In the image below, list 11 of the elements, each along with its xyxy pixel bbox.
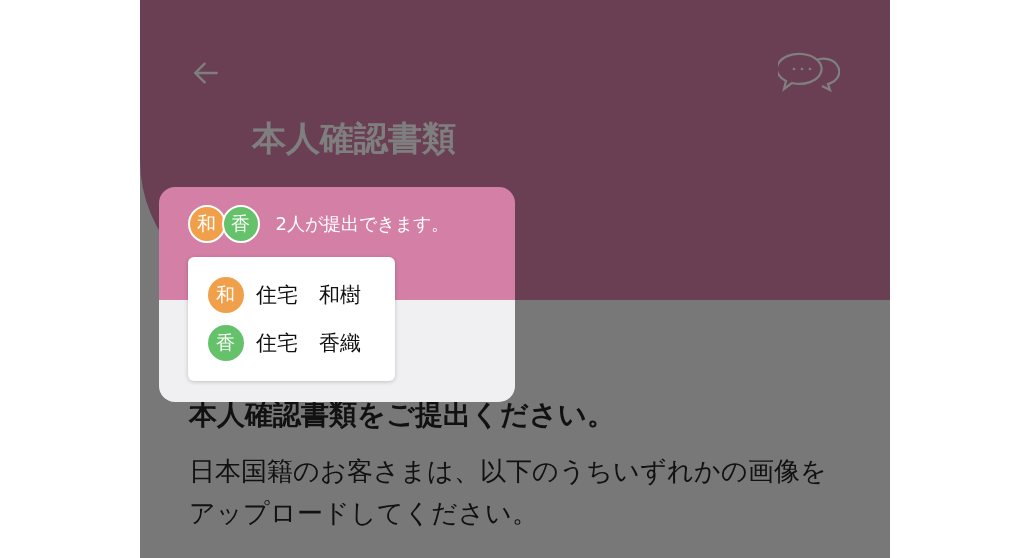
member-name[interactable]: 住宅 和樹 (255, 281, 361, 309)
instruction-text: 日本国籍のお客さまは、以下のうちいずれかの画像をアップロードしてください。 (188, 455, 828, 530)
avatar: 香 (207, 325, 244, 361)
section-heading: 本人確認書類をご提出ください。 (188, 397, 616, 433)
avatar: 和 (187, 205, 226, 243)
member-name[interactable]: 住宅 香織 (255, 329, 361, 357)
hint-message: 2人が提出できます。 (275, 212, 449, 236)
avatar: 香 (221, 205, 260, 243)
avatar: 和 (207, 277, 244, 313)
chat-icon[interactable] (777, 52, 840, 94)
page-title: 本人確認書類 (251, 117, 457, 160)
